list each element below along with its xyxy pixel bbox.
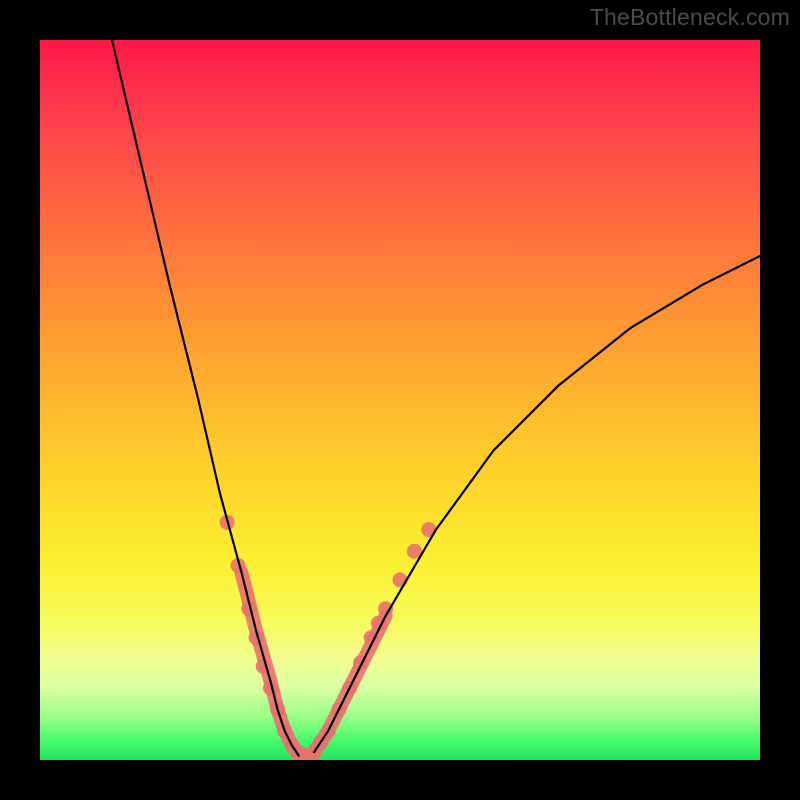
curve-left-branch <box>112 40 299 756</box>
plot-area <box>40 40 760 760</box>
watermark-text: TheBottleneck.com <box>590 4 790 31</box>
chart-svg <box>40 40 760 760</box>
chart-root: TheBottleneck.com <box>0 0 800 800</box>
highlight-dot <box>393 573 408 588</box>
curve-right-branch <box>314 256 760 753</box>
